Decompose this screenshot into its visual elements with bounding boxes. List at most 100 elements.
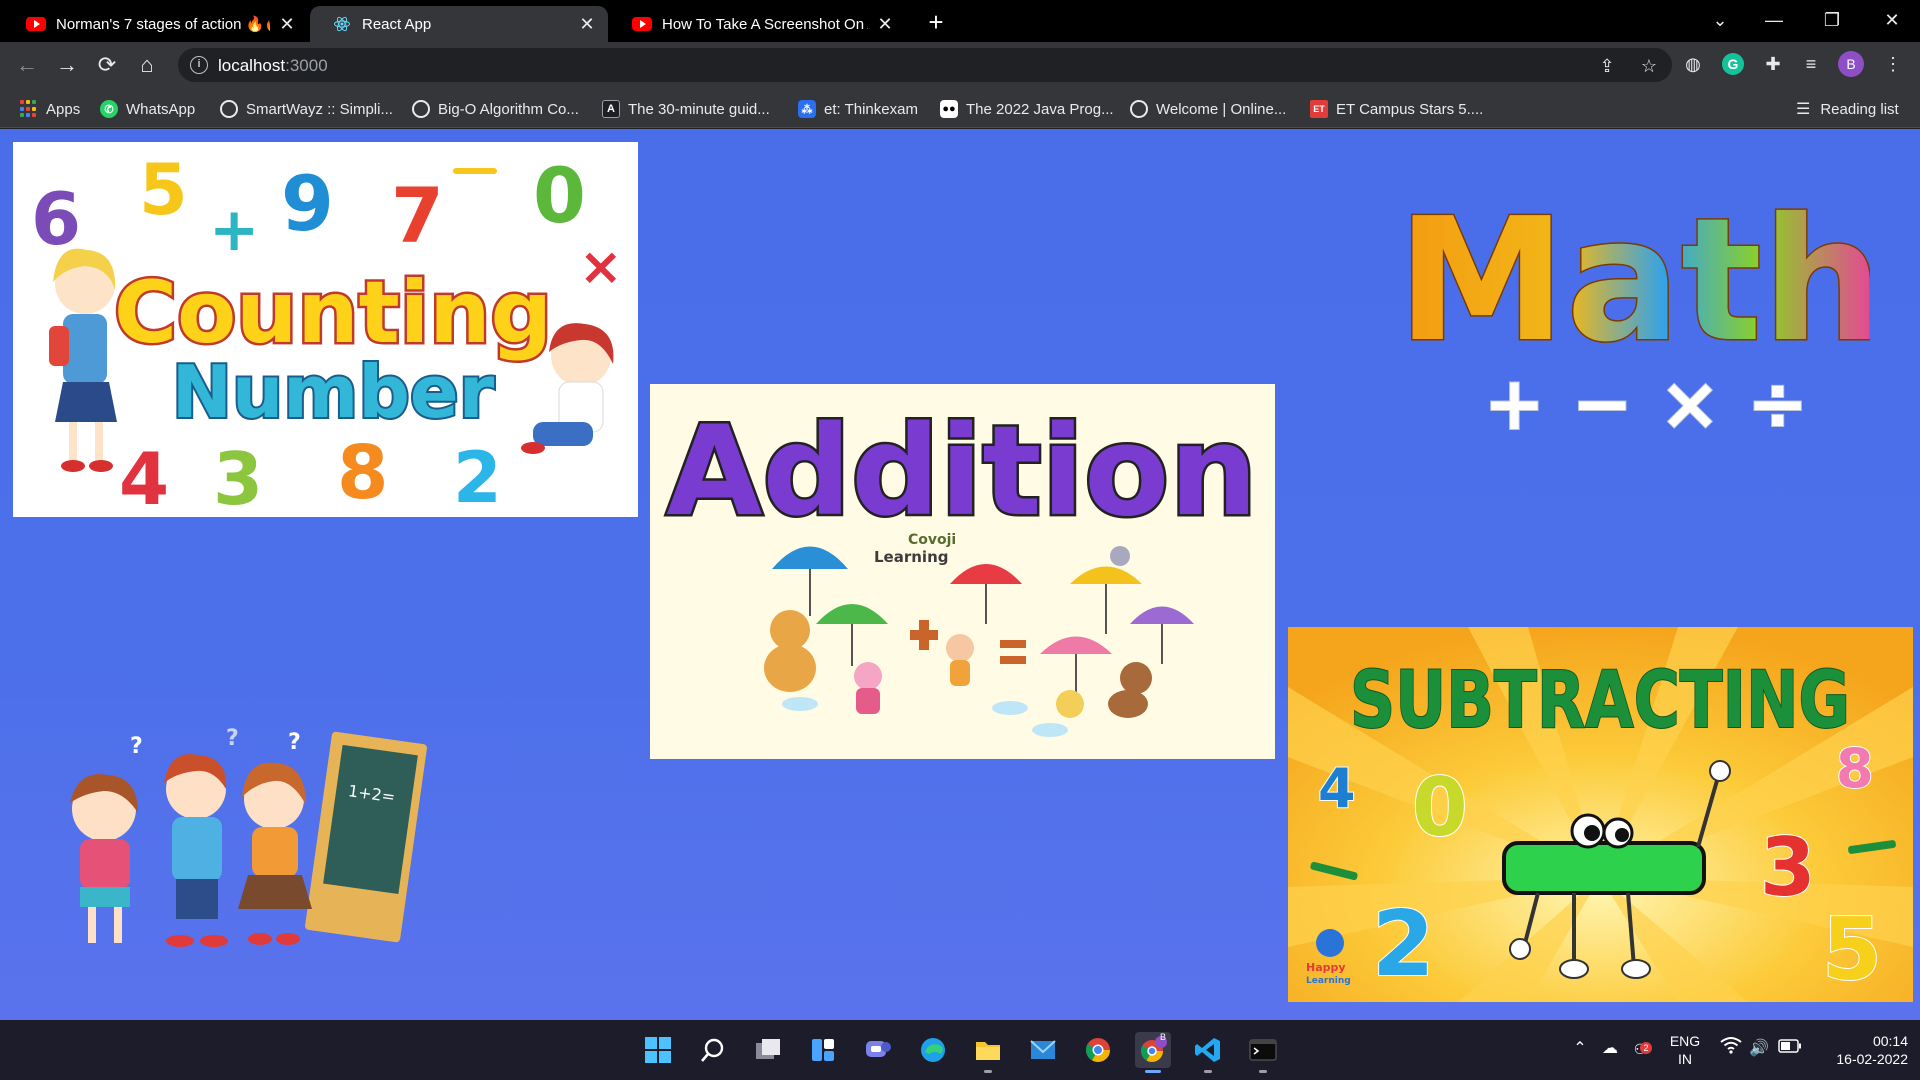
bookmark-java-prog[interactable]: ●● The 2022 Java Prog...: [940, 98, 1114, 120]
close-window-button[interactable]: ✕: [1864, 0, 1920, 42]
kids-chalkboard-card[interactable]: 1+2= ? ? ?: [30, 719, 430, 959]
tab-title: Norman's 7 stages of action 🔥🔥: [56, 16, 270, 33]
digit-label: 5: [1822, 900, 1882, 1000]
counting-number-card[interactable]: 6 5 + 9 7 0 × 4 3 8 2 Counting Number: [13, 142, 638, 517]
minimize-button[interactable]: —: [1746, 0, 1802, 42]
addition-illustration: Addition Covoji Learning: [664, 398, 1260, 737]
site-info-icon[interactable]: i: [190, 56, 208, 74]
input-language-indicator[interactable]: ENG IN: [1664, 1032, 1706, 1068]
bookmarks-bar: Apps ✆ WhatsApp SmartWayz :: Simpli... B…: [0, 88, 1920, 128]
kid-girl-left: [70, 774, 138, 943]
bookmark-bigo[interactable]: Big-O Algorithm Co...: [412, 98, 579, 120]
digit-label: 0: [533, 151, 586, 240]
extensions-puzzle-icon[interactable]: ✚: [1760, 51, 1786, 77]
digit-label: 7: [391, 171, 444, 260]
digit-label: 3: [1760, 821, 1816, 914]
show-hidden-icons-chevron-icon[interactable]: ⌃: [1570, 1036, 1590, 1062]
file-explorer-button[interactable]: [970, 1032, 1006, 1073]
globe-icon: [412, 100, 430, 118]
kid-girl-right: [238, 762, 312, 945]
profile-avatar[interactable]: B: [1838, 51, 1864, 77]
edge-button[interactable]: [915, 1032, 951, 1068]
reading-list-button[interactable]: ☰ Reading list: [1796, 98, 1899, 120]
question-mark: ?: [130, 734, 143, 759]
widgets-icon: [812, 1039, 834, 1061]
chrome-profile-button[interactable]: B: [1135, 1032, 1171, 1073]
medium-icon: ●●: [940, 100, 958, 118]
reload-button[interactable]: ⟳: [92, 50, 122, 80]
page-content: 6 5 + 9 7 0 × 4 3 8 2 Counting Number Ad…: [0, 129, 1920, 1020]
chalkboard: 1+2=: [305, 731, 427, 943]
close-icon[interactable]: ✕: [578, 15, 596, 33]
bookmark-star-icon[interactable]: ☆: [1638, 55, 1660, 77]
math-title: Math: [1410, 182, 1870, 380]
digit-label: 0: [1412, 761, 1468, 854]
vscode-button[interactable]: [1190, 1032, 1226, 1073]
screen: Norman's 7 stages of action 🔥🔥 ✕ React A…: [0, 0, 1920, 1080]
menu-kebab-icon[interactable]: ⋮: [1880, 51, 1906, 77]
volume-icon[interactable]: 🔊: [1746, 1036, 1772, 1062]
close-icon[interactable]: ✕: [278, 15, 296, 33]
subtracting-card[interactable]: SUBTRACTING 4 0 8 3 2 5 Happy Learning: [1288, 627, 1913, 1002]
close-icon[interactable]: ✕: [876, 15, 894, 33]
globe-icon: [1130, 100, 1148, 118]
tab-search-chevron-icon[interactable]: ⌄: [1692, 0, 1748, 42]
media-control-icon[interactable]: ≡: [1798, 51, 1824, 77]
digit-label: 2: [1372, 892, 1435, 997]
math-operators: + − × ÷: [1483, 361, 1808, 447]
forward-button[interactable]: →: [52, 50, 82, 80]
bookmark-thinkexam[interactable]: ⁂ et: Thinkexam: [798, 98, 918, 120]
notification-icon[interactable]: ⚇2: [1628, 1036, 1652, 1062]
edge-icon: [921, 1038, 945, 1062]
bookmark-30min-guide[interactable]: A The 30-minute guid...: [602, 98, 770, 120]
start-button[interactable]: [640, 1032, 676, 1068]
restore-button[interactable]: ❐: [1804, 0, 1860, 42]
extension-globe-icon[interactable]: ◍: [1680, 51, 1706, 77]
url-text: localhost:3000: [218, 56, 328, 75]
search-button[interactable]: [695, 1032, 731, 1068]
learning-brand: Learning: [874, 548, 949, 566]
digit-label: 2: [453, 437, 502, 517]
widgets-button[interactable]: [805, 1032, 841, 1068]
bookmark-et-campus[interactable]: ET ET Campus Stars 5....: [1310, 98, 1483, 120]
grammarly-icon[interactable]: G: [1722, 53, 1744, 75]
tab-screenshot-howto[interactable]: How To Take A Screenshot On A ✕: [610, 6, 906, 42]
terminal-button[interactable]: [1245, 1032, 1281, 1073]
addition-card[interactable]: Addition Covoji Learning: [650, 384, 1275, 759]
digit-label: 4: [1318, 757, 1356, 820]
new-tab-button[interactable]: +: [922, 8, 950, 36]
folder-icon: [976, 1042, 1000, 1060]
bookmark-apps[interactable]: Apps: [20, 98, 80, 120]
svg-text:Happy: Happy: [1306, 961, 1346, 974]
share-icon[interactable]: ⇪: [1596, 55, 1618, 77]
tab-title: How To Take A Screenshot On A: [662, 15, 868, 33]
task-view-button[interactable]: [750, 1032, 786, 1068]
tab-norman[interactable]: Norman's 7 stages of action 🔥🔥 ✕: [4, 6, 308, 42]
math-card[interactable]: Math + − × ÷: [1410, 169, 1870, 449]
bookmark-smartwayz[interactable]: SmartWayz :: Simpli...: [220, 98, 393, 120]
tab-react-app[interactable]: React App ✕: [310, 6, 608, 42]
chrome-icon: [1085, 1038, 1110, 1063]
mail-button[interactable]: [1025, 1032, 1061, 1068]
chrome-button[interactable]: [1080, 1032, 1116, 1068]
back-button[interactable]: ←: [12, 50, 42, 80]
address-bar[interactable]: i localhost:3000 ⇪ ☆: [178, 48, 1672, 82]
digit-label: +: [209, 195, 259, 265]
mail-icon: [1030, 1040, 1056, 1059]
battery-icon[interactable]: [1776, 1036, 1804, 1062]
bookmark-whatsapp[interactable]: ✆ WhatsApp: [100, 98, 195, 120]
reading-list-icon: ☰: [1796, 101, 1811, 118]
digit-label: 6: [31, 177, 81, 261]
counting-number-illustration: 6 5 + 9 7 0 × 4 3 8 2 Counting Number: [30, 148, 624, 517]
system-clock[interactable]: 00:14 16-02-2022: [1812, 1032, 1908, 1068]
wifi-icon[interactable]: [1718, 1036, 1744, 1062]
browser-toolbar: ← → ⟳ ⌂ i localhost:3000 ⇪ ☆ ◍ G ✚ ≡ B ⋮: [0, 42, 1920, 88]
onedrive-cloud-icon[interactable]: ☁: [1598, 1036, 1622, 1062]
covoji-brand: Covoji: [908, 532, 956, 548]
react-icon: [332, 16, 352, 32]
teams-chat-button[interactable]: [860, 1032, 896, 1068]
home-button[interactable]: ⌂: [132, 50, 162, 80]
globe-icon: [220, 100, 238, 118]
math-illustration: Math + − × ÷: [1410, 181, 1870, 449]
bookmark-welcome-online[interactable]: Welcome | Online...: [1130, 98, 1286, 120]
